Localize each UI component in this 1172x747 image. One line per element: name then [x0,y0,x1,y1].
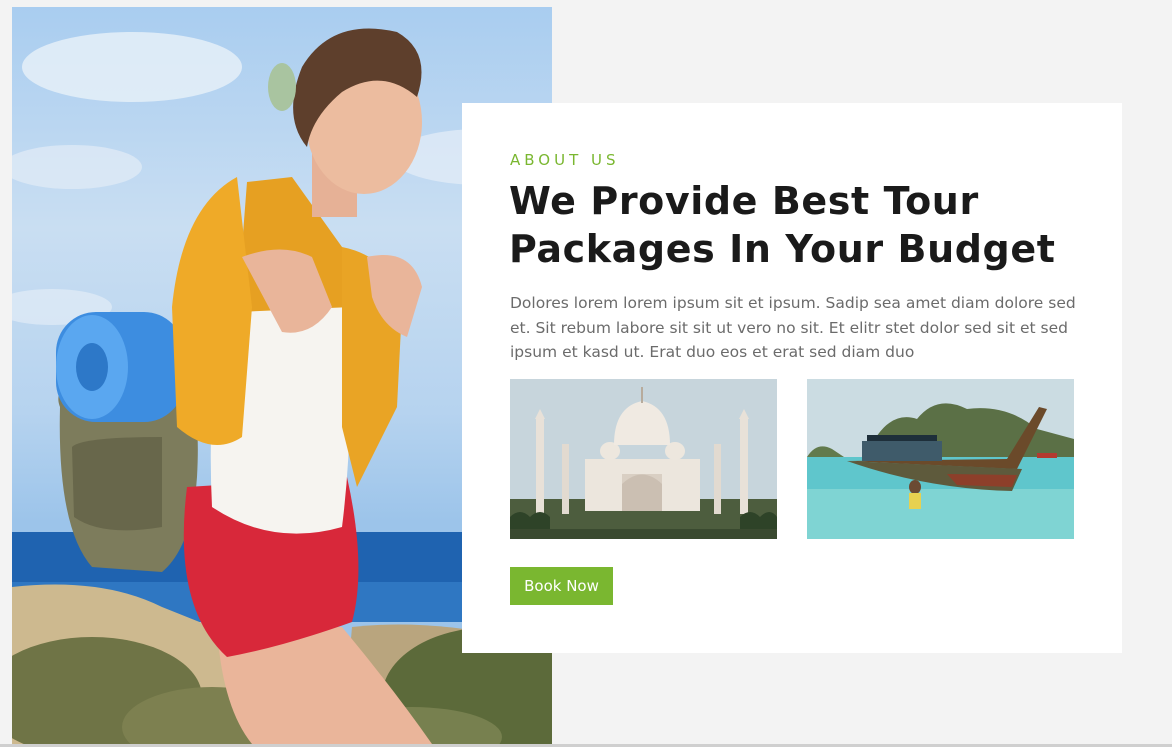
heading-line-1: We Provide Best Tour [509,179,979,223]
taj-mahal-image [510,379,777,539]
heading-line-2: Packages In Your Budget [509,227,1056,271]
beach-boat-image [807,379,1074,539]
about-card: ABOUT US We Provide Best Tour Packages I… [462,103,1122,653]
section-heading: We Provide Best Tour Packages In Your Bu… [509,177,1099,273]
section-description: Dolores lorem lorem ipsum sit et ipsum. … [510,294,1076,361]
book-now-button[interactable]: Book Now [510,567,613,605]
section-eyebrow: ABOUT US [510,151,620,169]
